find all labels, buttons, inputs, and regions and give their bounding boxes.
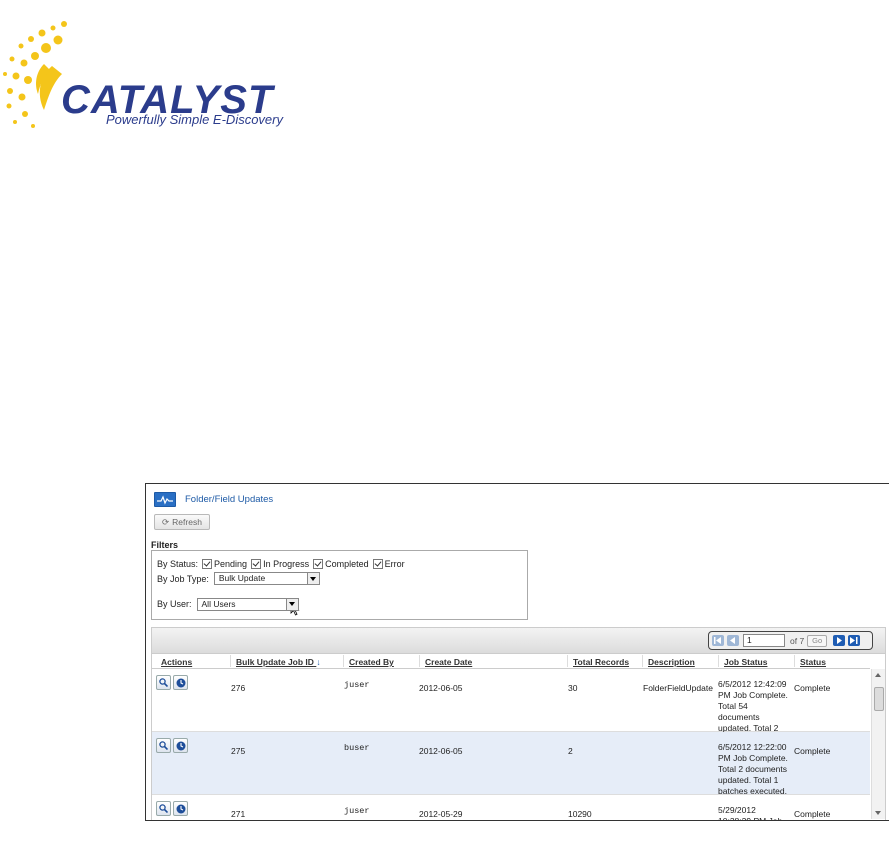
table-row[interactable]: 271 juser 2012-05-29 10290 5/29/2012 10:… xyxy=(152,795,870,820)
description: FolderFieldUpdate xyxy=(643,683,713,693)
monitor-icon xyxy=(154,491,176,507)
col-job-id-label: Bulk Update Job ID xyxy=(236,657,314,667)
clock-icon xyxy=(176,678,185,687)
scroll-up-icon[interactable] xyxy=(875,673,881,677)
total-records: 10290 xyxy=(568,809,592,819)
job-id: 276 xyxy=(231,683,246,693)
user-value: All Users xyxy=(201,598,236,609)
scroll-down-icon[interactable] xyxy=(875,811,881,815)
col-job-id[interactable]: Bulk Update Job ID ↓ xyxy=(230,655,321,667)
job-type-filter-row: By Job Type: Bulk Update xyxy=(157,572,320,585)
col-create-date[interactable]: Create Date xyxy=(418,655,472,667)
view-details-button[interactable] xyxy=(156,675,171,690)
pending-label: Pending xyxy=(214,559,248,569)
history-button[interactable] xyxy=(173,738,188,753)
view-details-button[interactable] xyxy=(156,801,171,816)
job-type-select[interactable]: Bulk Update xyxy=(213,572,320,585)
panel-header: Folder/Field Updates xyxy=(154,491,273,507)
pager: 1 of 7 Go xyxy=(708,631,873,650)
create-date: 2012-06-05 xyxy=(419,746,463,756)
create-date: 2012-05-29 xyxy=(419,809,463,819)
go-button[interactable]: Go xyxy=(807,634,828,647)
created-by: juser xyxy=(344,680,370,690)
refresh-label: Refresh xyxy=(172,517,202,527)
in-progress-label: In Progress xyxy=(263,559,310,569)
table-body: 276 juser 2012-06-05 30 FolderFieldUpdat… xyxy=(152,669,870,820)
total-records: 2 xyxy=(568,746,573,756)
error-checkbox[interactable] xyxy=(372,559,383,569)
job-type-label: By Job Type: xyxy=(157,573,209,584)
table-row[interactable]: 276 juser 2012-06-05 30 FolderFieldUpdat… xyxy=(152,669,870,744)
col-created-by[interactable]: Created By xyxy=(343,655,394,667)
user-filter-row: By User: All Users xyxy=(157,592,300,616)
job-id: 271 xyxy=(231,809,246,819)
chevron-down-icon[interactable] xyxy=(306,573,319,584)
clock-icon xyxy=(176,804,185,813)
pager-bar: 1 of 7 Go xyxy=(152,628,885,654)
clock-icon xyxy=(176,741,185,750)
refresh-icon: ⟳ xyxy=(162,516,170,527)
folder-field-updates-panel: Folder/Field Updates ⟳ Refresh Filters B… xyxy=(145,483,889,821)
by-status-label: By Status: xyxy=(157,559,199,569)
created-by: buser xyxy=(344,743,370,753)
col-actions[interactable]: Actions xyxy=(161,657,192,667)
refresh-button[interactable]: ⟳ Refresh xyxy=(154,514,210,530)
status: Complete xyxy=(794,809,831,819)
magnifier-icon xyxy=(159,741,168,750)
status: Complete xyxy=(794,746,831,756)
filters-box: By Status: Pending In Progress Completed… xyxy=(151,550,528,620)
created-by: juser xyxy=(344,806,370,816)
first-page-button[interactable] xyxy=(712,635,724,646)
col-status[interactable]: Status xyxy=(794,655,826,667)
user-label: By User: xyxy=(157,599,192,609)
col-description[interactable]: Description xyxy=(642,655,695,667)
create-date: 2012-06-05 xyxy=(419,683,463,693)
column-header-row: Actions Bulk Update Job ID ↓ Created By … xyxy=(152,654,870,669)
completed-label: Completed xyxy=(325,559,369,569)
total-records: 30 xyxy=(568,683,578,693)
col-job-status[interactable]: Job Status xyxy=(717,655,767,667)
filters-title: Filters xyxy=(151,540,179,550)
page-title: Folder/Field Updates xyxy=(185,493,274,505)
status: Complete xyxy=(794,683,831,693)
view-details-button[interactable] xyxy=(156,738,171,753)
magnifier-icon xyxy=(159,804,168,813)
chevron-down-icon[interactable] xyxy=(285,598,298,610)
next-page-button[interactable] xyxy=(833,635,846,646)
col-total-records[interactable]: Total Records xyxy=(566,655,629,667)
job-type-value: Bulk Update xyxy=(218,573,266,583)
job-id: 275 xyxy=(231,746,246,756)
sort-desc-icon: ↓ xyxy=(316,657,321,667)
jobs-grid: 1 of 7 Go Actions Bulk Update Job ID ↓ C… xyxy=(151,627,886,820)
user-select[interactable]: All Users xyxy=(196,597,299,611)
status-filter-row: By Status: Pending In Progress Completed… xyxy=(157,559,405,569)
last-page-button[interactable] xyxy=(848,635,861,646)
error-label: Error xyxy=(384,559,405,569)
scroll-thumb[interactable] xyxy=(874,687,884,711)
prev-page-button[interactable] xyxy=(727,635,739,646)
magnifier-icon xyxy=(159,678,168,687)
completed-checkbox[interactable] xyxy=(313,559,324,569)
page-number-input[interactable]: 1 xyxy=(743,634,785,647)
job-status: 5/29/2012 10:38:29 PM Job Complete. Tota… xyxy=(718,805,782,820)
catalyst-logo: CATALYST Powerfully Simple E-Discovery xyxy=(0,14,330,134)
history-button[interactable] xyxy=(173,801,188,816)
vertical-scrollbar[interactable] xyxy=(871,669,885,819)
table-row[interactable]: 275 buser 2012-06-05 2 6/5/2012 12:22:00… xyxy=(152,732,870,796)
job-status: 6/5/2012 12:22:00 PM Job Complete. Total… xyxy=(718,742,788,796)
page-count: of 7 xyxy=(790,635,805,646)
in-progress-checkbox[interactable] xyxy=(251,559,262,569)
history-button[interactable] xyxy=(173,675,188,690)
pending-checkbox[interactable] xyxy=(202,559,213,569)
logo-tagline: Powerfully Simple E-Discovery xyxy=(106,112,283,127)
